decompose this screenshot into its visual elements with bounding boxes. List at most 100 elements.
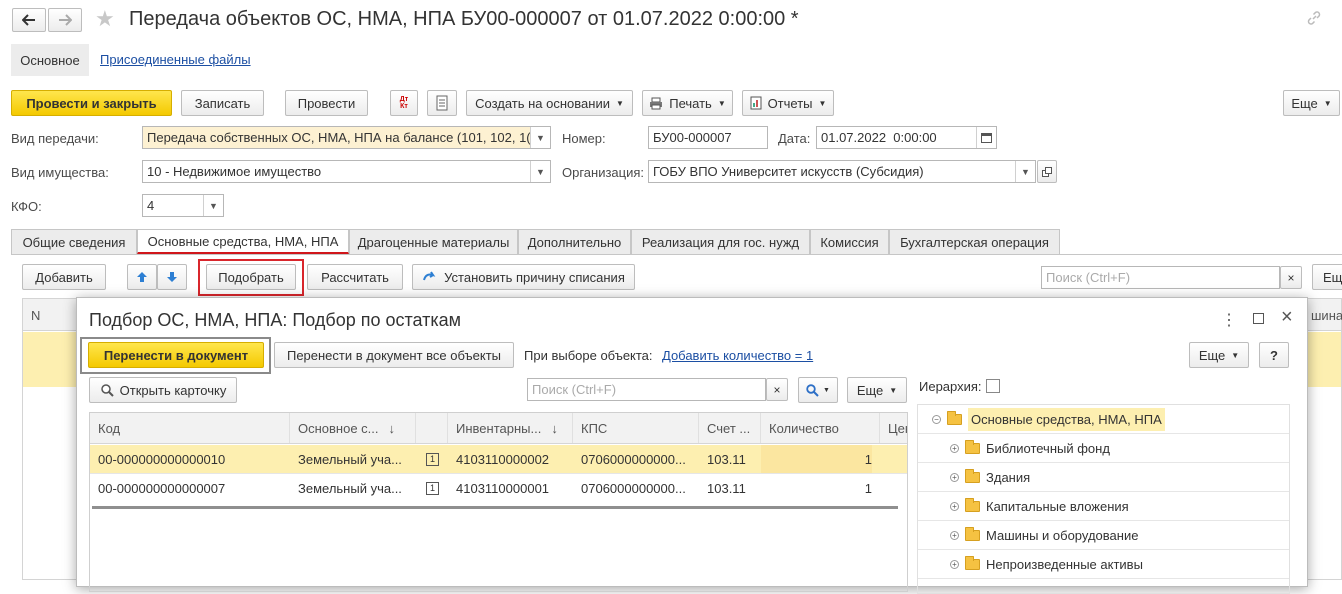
post-button[interactable]: Провести [285,90,368,116]
col-inventory[interactable]: Инвентарны... ↓ [448,413,573,443]
chevron-down-icon[interactable]: ▼ [1015,161,1035,182]
transfer-to-doc-button[interactable]: Перенести в документ [88,342,264,368]
transfer-all-button[interactable]: Перенести в документ все объекты [274,342,514,368]
tab-fixed-assets[interactable]: Основные средства, НМА, НПА [137,229,349,254]
collapse-icon[interactable]: − [932,414,941,424]
search-placeholder: Поиск (Ctrl+F) [1046,270,1131,285]
cell-account: 103.11 [707,480,746,496]
dialog-search-input[interactable]: Поиск (Ctrl+F) [527,378,766,401]
kfo-field[interactable]: 4 ▼ [142,194,224,217]
transfer-type-field[interactable]: Передача собственных ОС, НМА, НПА на бал… [142,126,551,149]
add-quantity-link[interactable]: Добавить количество = 1 [662,348,813,363]
tree-item-capital[interactable]: + Капитальные вложения [918,492,1289,521]
dialog-clear-search[interactable]: × [766,378,788,401]
tab-general[interactable]: Общие сведения [11,229,137,254]
organization-field[interactable]: ГОБУ ВПО Университет искусств (Субсидия)… [648,160,1036,183]
close-icon[interactable]: × [1281,306,1293,329]
property-type-field[interactable]: 10 - Недвижимое имущество ▼ [142,160,551,183]
reports-button[interactable]: Отчеты ▼ [742,90,834,116]
tree-item-root[interactable]: − Основные средства, НМА, НПА [918,405,1289,434]
col-asset[interactable]: Основное с... ↓ [290,413,416,443]
objects-table-header: Код Основное с... ↓ Инвентарны... ↓ КПС Сч… [90,413,907,444]
expand-icon[interactable]: + [950,501,959,511]
pick-button[interactable]: Подобрать [206,264,296,290]
cell-code: 00-000000000000007 [98,480,226,496]
nav-main[interactable]: Основное [11,44,89,76]
post-and-close-button[interactable]: Провести и закрыть [11,90,172,116]
set-reason-button[interactable]: Установить причину списания [412,264,635,290]
table-row[interactable]: 00-000000000000007 Земельный уча... 1 41… [90,474,907,503]
more-button[interactable]: Еще ▼ [1283,90,1340,116]
dialog-menu-icon[interactable]: ⋮ [1221,310,1237,330]
col-price[interactable]: Цен [880,413,907,443]
calculate-button[interactable]: Рассчитать [307,264,403,290]
maximize-icon[interactable] [1253,313,1264,324]
col-account[interactable]: Счет ... [699,413,761,443]
calculate-label: Рассчитать [321,269,389,285]
tab-additional[interactable]: Дополнительно [518,229,631,254]
col-flag[interactable] [416,413,448,443]
transfer-label: Перенести в документ [103,347,249,363]
tab-commission[interactable]: Комиссия [810,229,889,254]
page-title: Передача объектов ОС, НМА, НПА БУ00-0000… [129,8,799,30]
nav-main-label: Основное [20,52,80,68]
tab-gov-needs[interactable]: Реализация для гос. нужд [631,229,810,254]
chevron-down-icon[interactable]: ▼ [203,195,223,216]
favorite-star-icon[interactable]: ★ [95,8,115,30]
move-down-button[interactable] [157,264,187,290]
dialog-more-button[interactable]: Еще ▼ [1189,342,1249,368]
cell-kps: 0706000000000... [581,451,686,467]
expand-icon[interactable]: + [950,472,959,482]
col-label: Код [98,420,121,436]
print-button[interactable]: Печать ▼ [642,90,733,116]
create-based-button[interactable]: Создать на основании ▼ [466,90,633,116]
add-label: Добавить [35,269,93,285]
dt-kt-button[interactable]: Дт Кт [390,90,418,116]
search-button[interactable]: ▼ [798,377,838,403]
arrow-up-icon [137,272,147,282]
col-label: КПС [581,420,608,436]
tab-precious-materials[interactable]: Драгоценные материалы [349,229,518,254]
move-up-button[interactable] [127,264,157,290]
col-code[interactable]: Код [90,413,290,443]
sub-more-button[interactable]: Ещ [1312,264,1342,290]
chevron-down-icon[interactable]: ▼ [530,161,550,182]
link-icon[interactable] [1306,10,1322,29]
journal-button[interactable] [427,90,457,116]
clear-search-button[interactable]: × [1280,266,1302,289]
hierarchy-checkbox[interactable] [986,379,1000,393]
list-more-button[interactable]: Еще ▼ [847,377,907,403]
expand-icon[interactable]: + [950,559,959,569]
chevron-down-icon[interactable]: ▼ [530,127,550,148]
tree-item-library[interactable]: + Библиотечный фонд [918,434,1289,463]
add-button[interactable]: Добавить [22,264,106,290]
cell-account: 103.11 [707,451,746,467]
save-button[interactable]: Записать [181,90,264,116]
dialog-title: Подбор ОС, НМА, НПА: Подбор по остаткам [89,310,462,330]
tree-item-machines[interactable]: + Машины и оборудование [918,521,1289,550]
open-organization-button[interactable] [1037,160,1057,183]
date-label: Дата: [778,131,811,146]
tree-item-nonproduced[interactable]: + Непроизведенные активы [918,550,1289,579]
tab-accounting-operation[interactable]: Бухгалтерская операция [889,229,1060,254]
help-button[interactable]: ? [1259,342,1289,368]
folder-icon [965,439,980,454]
calendar-icon[interactable] [976,127,996,148]
main-search-input[interactable]: Поиск (Ctrl+F) [1041,266,1280,289]
tab-label: Комиссия [820,234,879,250]
open-card-button[interactable]: Открыть карточку [89,377,237,403]
back-button[interactable] [12,8,46,32]
number-field[interactable]: БУ00-000007 [648,126,768,149]
forward-button[interactable] [48,8,82,32]
date-field[interactable]: 01.07.2022 0:00:00 [816,126,997,149]
horizontal-scrollbar[interactable] [92,506,898,509]
col-kps[interactable]: КПС [573,413,699,443]
nav-files-link[interactable]: Присоединенные файлы [100,52,251,67]
col-quantity[interactable]: Количество [761,413,880,443]
property-type-value: 10 - Недвижимое имущество [147,164,322,179]
expand-icon[interactable]: + [950,530,959,540]
tree-item-buildings[interactable]: + Здания [918,463,1289,492]
expand-icon[interactable]: + [950,443,959,453]
tab-label: Дополнительно [527,234,622,250]
table-row[interactable]: 00-000000000000010 Земельный уча... 1 41… [90,445,907,474]
